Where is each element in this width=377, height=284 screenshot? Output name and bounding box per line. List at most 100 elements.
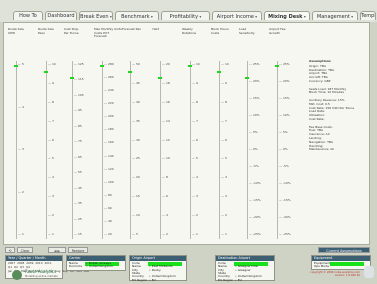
slider-track[interactable]	[16, 61, 17, 239]
assumptions-title: Assumptions	[309, 60, 331, 63]
equipment-box: Equipment Equipment Ops Mode	[311, 255, 371, 270]
column-header: Forecast Pax	[122, 27, 141, 31]
slider-tick-label: — -10%	[249, 181, 261, 185]
slider-tick-label: — 8	[48, 99, 54, 104]
slider-tick-label: — 1	[48, 232, 54, 236]
slider-tick-label: — 40	[132, 99, 140, 104]
slider-tick-label: — 0%	[249, 147, 258, 151]
slider-track[interactable]	[72, 61, 73, 239]
slider-tick-label: — 2	[48, 213, 54, 218]
tab-bar: How To Dashboard Break Even ▾ Benchmark ▾ Pr…	[0, 0, 377, 22]
slider-tick-label: — -10%	[279, 181, 291, 185]
calendar-option[interactable]: 2011	[45, 261, 52, 265]
tab-airport-income[interactable]: Airport Income ▾	[212, 11, 262, 20]
tab-profitability[interactable]: Profitability ▾	[161, 11, 210, 20]
slider-tick-label: — 4	[162, 213, 168, 218]
slider-track[interactable]	[247, 61, 248, 239]
slider-tick-label: — 6	[192, 137, 198, 142]
carrier-box: Carrier Name • British Airways Domicile • U…	[66, 255, 126, 271]
slider-handle[interactable]	[245, 77, 249, 79]
slider-tick-label: — 5	[18, 62, 24, 66]
brand-block: Route Analytics Modelling airline market…	[25, 269, 58, 279]
slider-track[interactable]	[219, 61, 220, 239]
slider-tick-label: — 30	[132, 137, 140, 142]
slider-tick-label: — -25%	[279, 232, 291, 236]
slider-tick-label: — -5%	[249, 164, 259, 168]
slider-tick-label: — 15%	[249, 96, 260, 100]
slider-tick-label: — 5%	[279, 130, 288, 134]
info-key: EU Region	[132, 277, 148, 282]
tab-mixing-desk[interactable]: Mixing Desk ▾	[264, 11, 310, 20]
slider-tick-label: — 2	[221, 213, 227, 218]
slider-handle[interactable]	[100, 65, 104, 67]
back-button[interactable]: ◄ ►	[48, 247, 66, 253]
slider-handle[interactable]	[217, 71, 221, 73]
reset-button[interactable]: ⟲	[5, 247, 15, 253]
tab-label: Airport Income	[216, 14, 254, 20]
chevron-down-icon: ▾	[198, 14, 202, 19]
slider-track[interactable]	[130, 61, 131, 239]
slider-track[interactable]	[190, 61, 191, 239]
tab-label: Profitability	[169, 14, 199, 20]
calendar-option[interactable]: 2010	[35, 261, 42, 265]
restore-button[interactable]: Restore	[68, 247, 88, 253]
info-key: EU Region	[218, 277, 234, 282]
slider-tick-label: — 5	[221, 156, 227, 161]
assumptions-list: Origin: TBA Destination: TBA Airport: TBA A…	[309, 65, 367, 152]
slider-tick-label: — 18	[162, 80, 170, 85]
slider-handle[interactable]	[44, 71, 48, 73]
slider-tick-label: — 4	[221, 175, 227, 180]
slider-tick-label: — 2	[162, 232, 168, 236]
slider-tick-label: — -25%	[249, 232, 261, 236]
slider-tick-label: — 260	[104, 75, 114, 80]
tab-benchmark[interactable]: Benchmark ▾	[115, 11, 159, 20]
clear-button[interactable]: Clear	[17, 247, 33, 253]
slider-tick-label: — 20	[104, 232, 112, 236]
slider-handle[interactable]	[70, 77, 74, 79]
slider-tick-label: — 240	[104, 88, 114, 93]
slider-track[interactable]	[102, 61, 103, 239]
tab-template[interactable]: Template	[360, 11, 376, 20]
slider-track[interactable]	[46, 61, 47, 239]
chevron-down-icon: ▾	[149, 14, 153, 19]
slider-tick-label: — 9	[192, 80, 198, 85]
slider-track[interactable]	[277, 61, 278, 239]
slider-tick-label: — 25%	[279, 62, 290, 66]
slider-handle[interactable]	[188, 65, 192, 67]
slider-tick-label: — 14	[162, 118, 170, 123]
slider-tick-label: — 15	[74, 232, 82, 236]
assumptions-panel: Assumptions Origin: TBA Destination: TBA A…	[309, 60, 367, 152]
slider-handle[interactable]	[14, 65, 18, 67]
slider-track[interactable]	[160, 61, 161, 239]
slider-tick-label: — 6	[221, 137, 227, 142]
selected-value-highlight[interactable]	[330, 261, 364, 266]
slider-tick-label: — -5%	[279, 164, 289, 168]
info-value: • EU	[149, 277, 156, 282]
slider-tick-label: — 9	[48, 80, 54, 85]
tab-break-even[interactable]: Break Even ▾	[79, 11, 113, 20]
info-value: • United Kingdom	[86, 264, 113, 269]
slider-tick-label: — 55	[74, 170, 82, 175]
slider-tick-label: — -15%	[249, 198, 261, 202]
slider-tick-label: — 7	[48, 118, 54, 123]
slider-tick-label: — 2	[192, 213, 198, 218]
slider-handle[interactable]	[275, 65, 279, 67]
slider-handle[interactable]	[158, 77, 162, 79]
column-header: Block Hours Costs	[211, 27, 229, 35]
tab-how-to[interactable]: How To	[13, 11, 43, 20]
slider-tick-label: — -20%	[249, 215, 261, 219]
current-assumptions-button[interactable]: Current Assumptions	[318, 247, 370, 253]
copyright-block: copyright © 2009 route-analytics.com ver…	[300, 271, 360, 277]
slider-tick-label: — 10	[132, 213, 140, 218]
slider-tick-label: — 15	[132, 194, 140, 199]
slider-tick-label: — 280	[104, 62, 114, 66]
info-value: • EU	[235, 277, 242, 282]
chevron-down-icon: ▾	[349, 14, 354, 19]
tab-management[interactable]: Management ▾	[312, 11, 358, 20]
slider-tick-label: — 1	[221, 232, 227, 236]
slider-handle[interactable]	[128, 71, 132, 73]
mixing-desk-panel: Assumptions Origin: TBA Destination: TBA A…	[3, 22, 370, 245]
side-logo-icon	[364, 266, 374, 278]
slider-tick-label: — 40	[104, 218, 112, 223]
tab-dashboard[interactable]: Dashboard	[45, 11, 77, 20]
